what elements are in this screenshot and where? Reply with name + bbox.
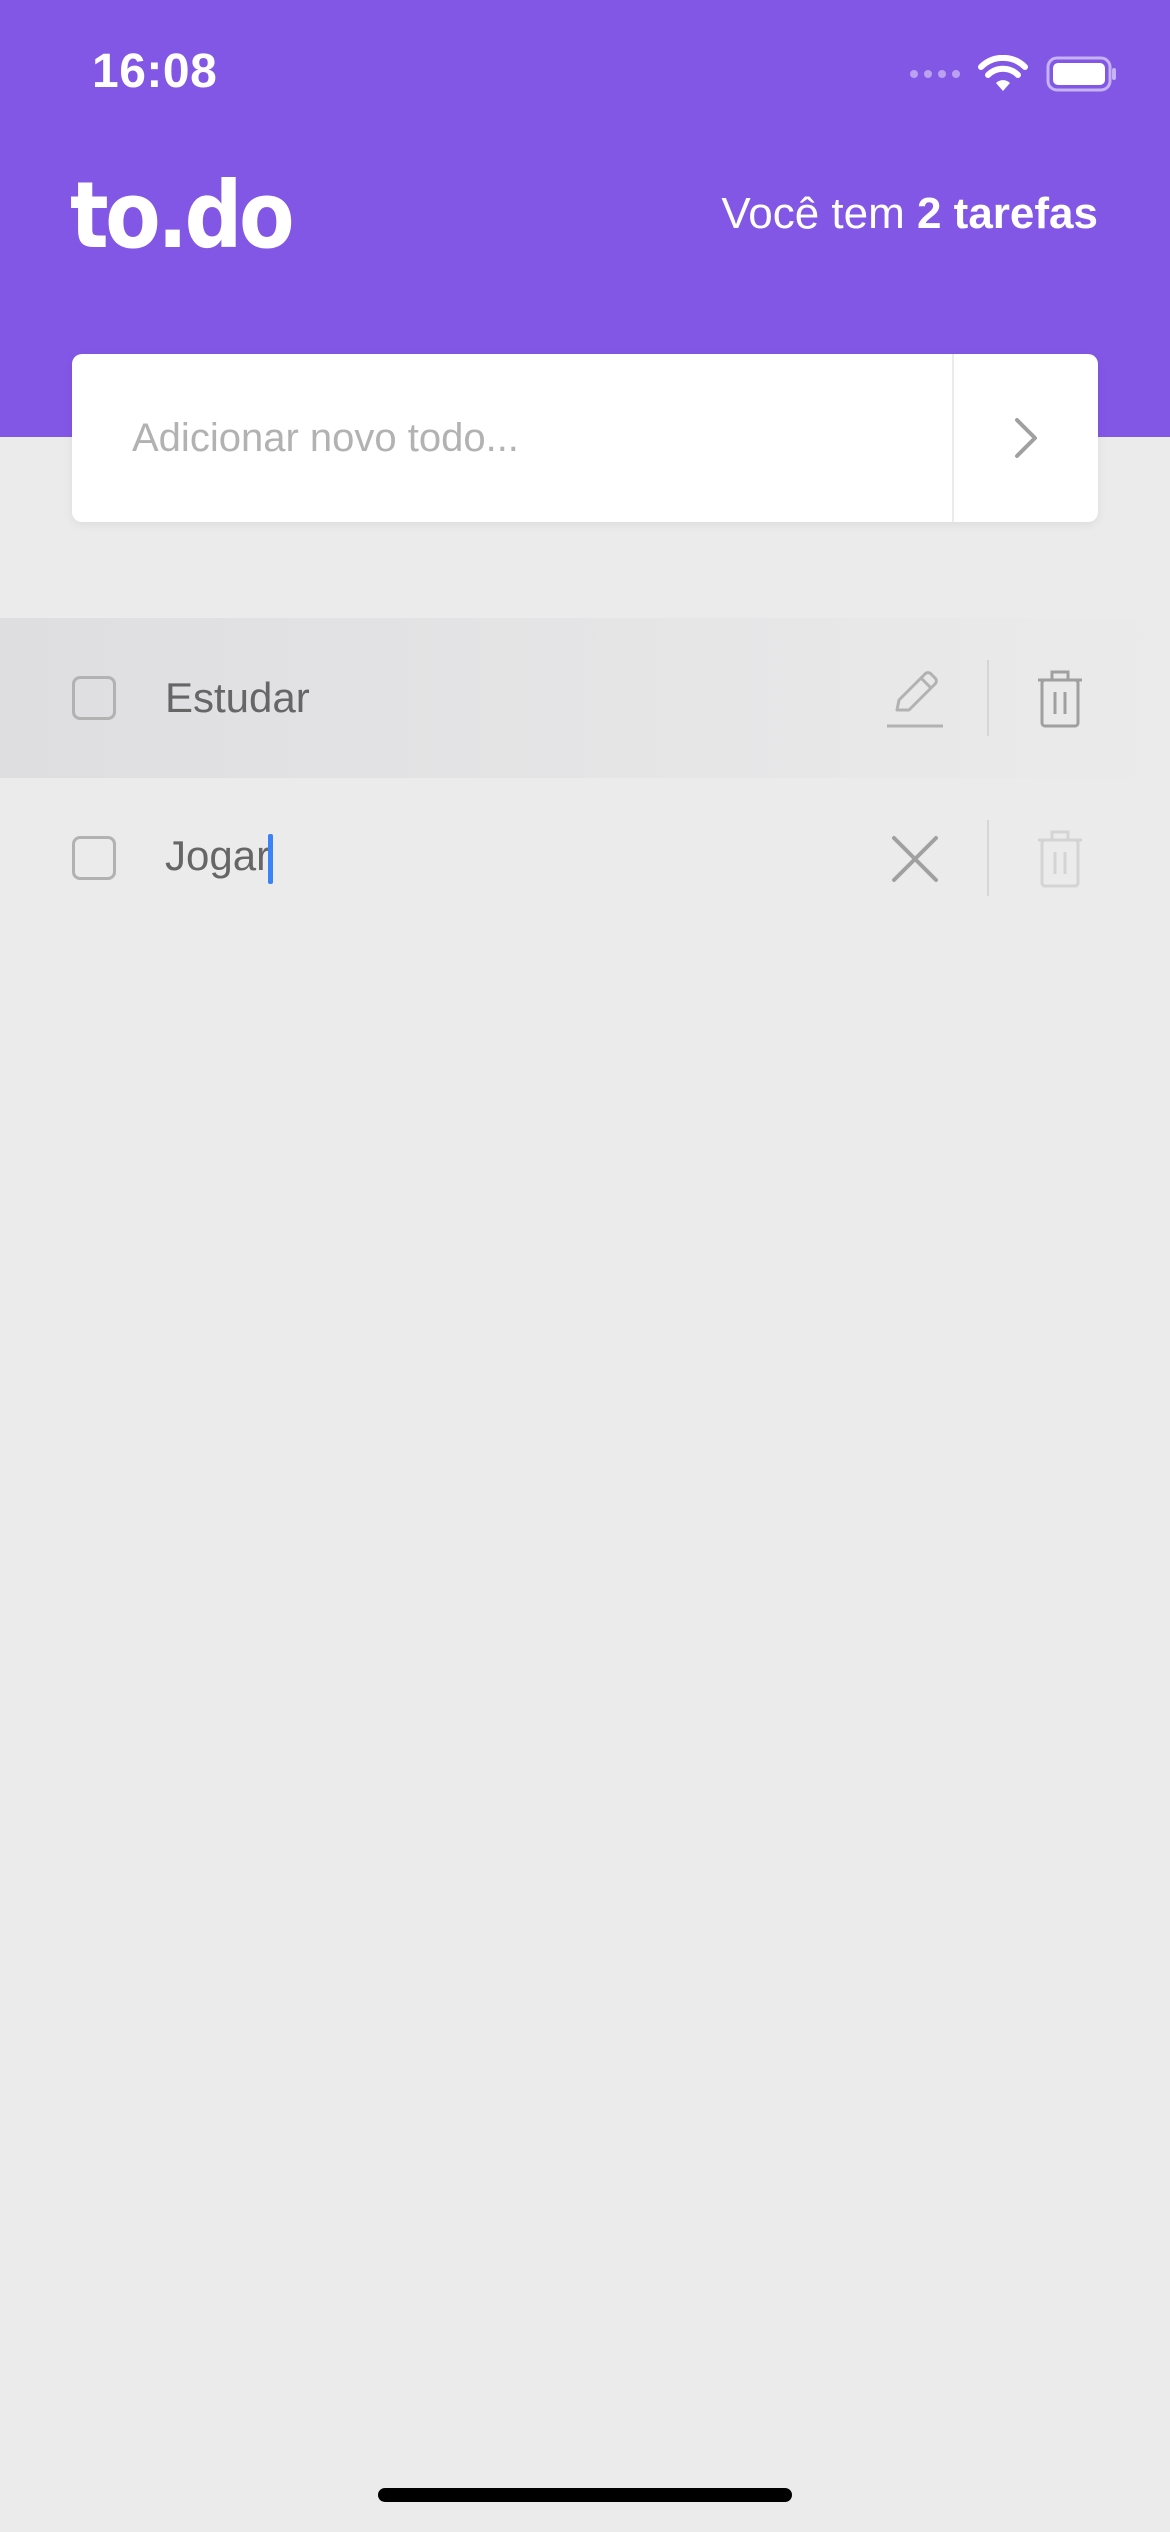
trash-icon — [1038, 670, 1082, 728]
delete-task-button-disabled — [1030, 824, 1090, 894]
home-indicator[interactable] — [378, 2488, 792, 2502]
add-todo-box — [72, 354, 1098, 522]
pencil-icon — [887, 671, 943, 728]
app-logo: to.do — [70, 162, 295, 269]
add-todo-submit-button[interactable] — [952, 354, 1098, 522]
action-divider — [987, 820, 989, 896]
cancel-edit-button[interactable] — [880, 824, 950, 894]
task-title: Jogar — [165, 832, 271, 880]
delete-task-button[interactable] — [1030, 664, 1090, 734]
task-count-value: 2 tarefas — [916, 189, 1098, 238]
add-todo-input[interactable] — [72, 354, 952, 522]
chevron-right-icon — [1015, 418, 1037, 458]
status-bar-icons — [910, 52, 1118, 96]
battery-icon — [1046, 56, 1116, 92]
cellular-signal-icon — [910, 70, 960, 78]
task-title: Estudar — [165, 674, 310, 721]
task-title-editing[interactable]: Jogar — [165, 832, 274, 884]
text-cursor — [268, 833, 274, 884]
task-item[interactable]: Estudar — [0, 618, 1170, 778]
wifi-icon — [978, 55, 1028, 91]
action-divider — [987, 660, 989, 736]
task-checkbox[interactable] — [72, 836, 116, 880]
trash-icon — [1038, 830, 1082, 888]
task-checkbox[interactable] — [72, 676, 116, 720]
task-count-prefix: Você tem — [721, 189, 917, 238]
edit-task-button[interactable] — [880, 664, 950, 734]
task-item[interactable]: Jogar — [0, 778, 1170, 938]
close-icon — [892, 836, 938, 882]
task-count-label: Você tem 2 tarefas — [721, 192, 1098, 236]
status-bar-time: 16:08 — [92, 45, 218, 98]
